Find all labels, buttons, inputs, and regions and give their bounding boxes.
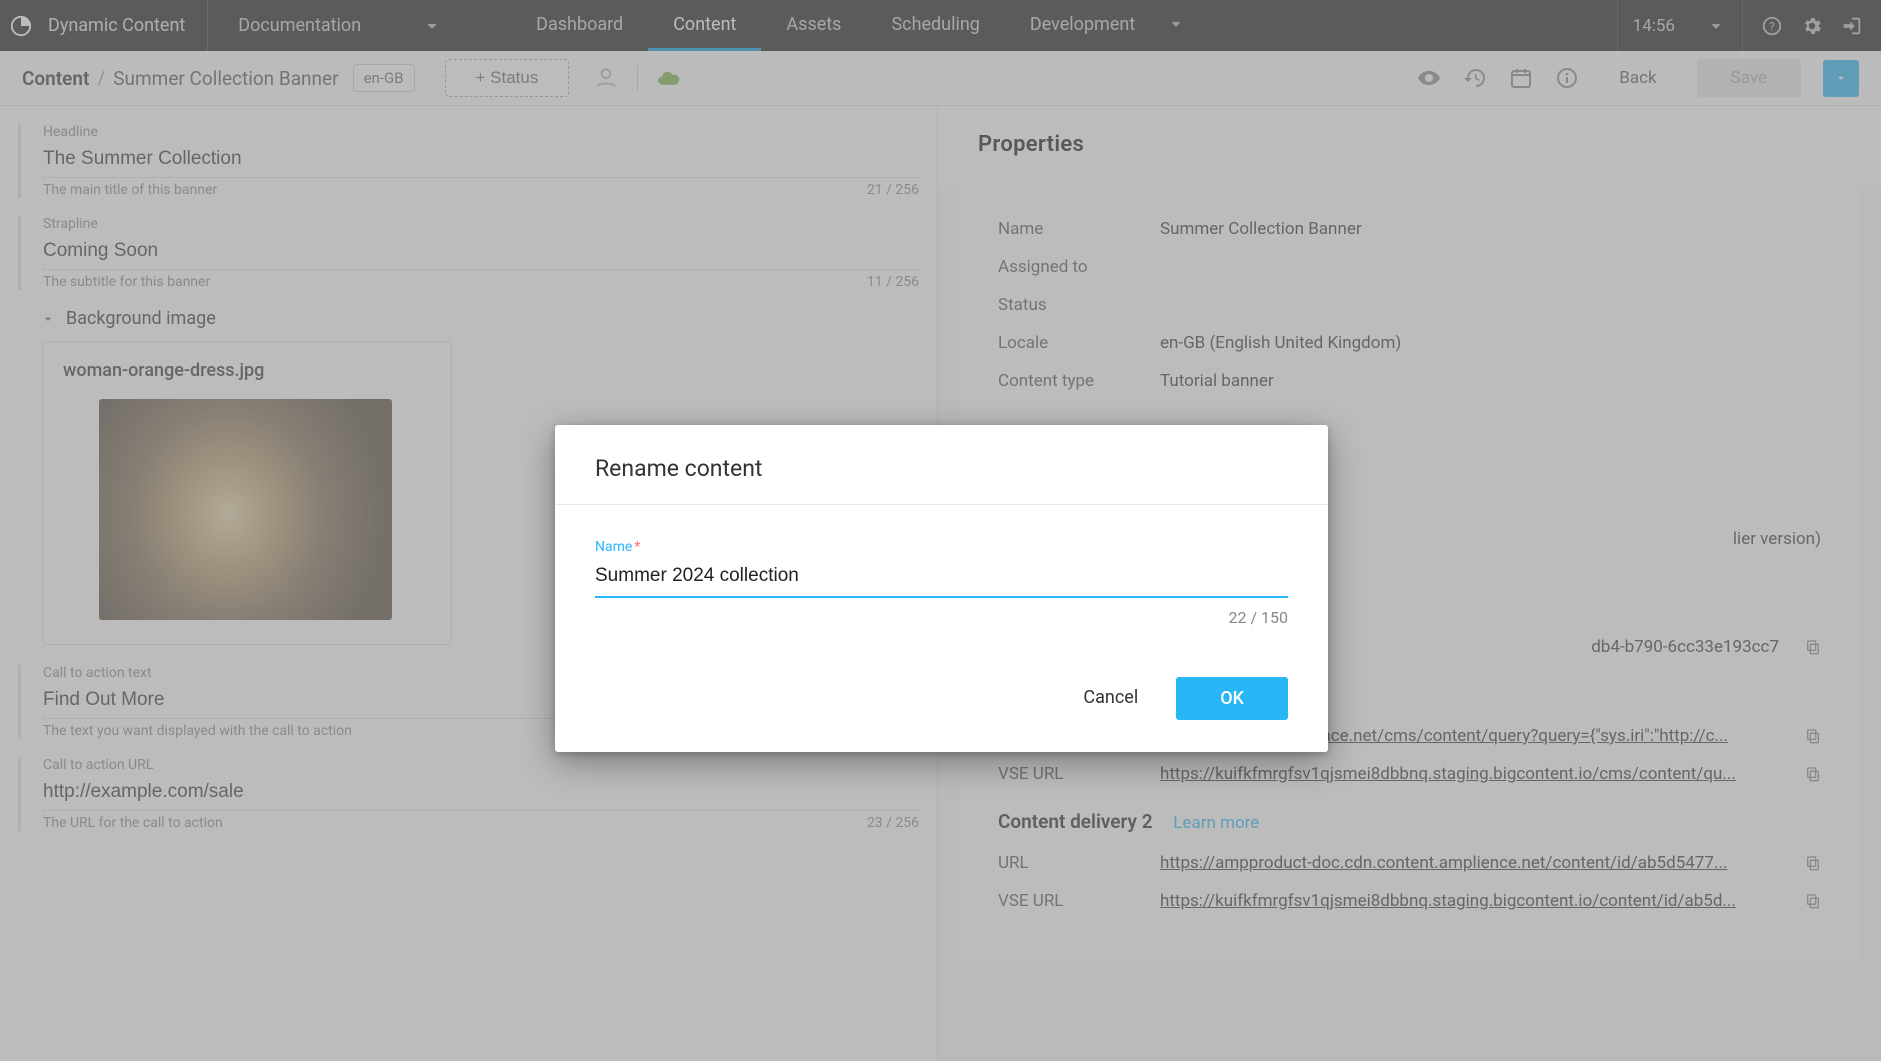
modal-label: Name* [595,539,1288,555]
cancel-button[interactable]: Cancel [1079,677,1142,720]
rename-modal: Rename content Name* 22 / 150 Cancel OK [555,425,1328,752]
ok-button[interactable]: OK [1176,677,1288,720]
modal-count: 22 / 150 [595,608,1288,627]
modal-title: Rename content [555,425,1328,505]
modal-name-input[interactable] [595,557,1288,598]
